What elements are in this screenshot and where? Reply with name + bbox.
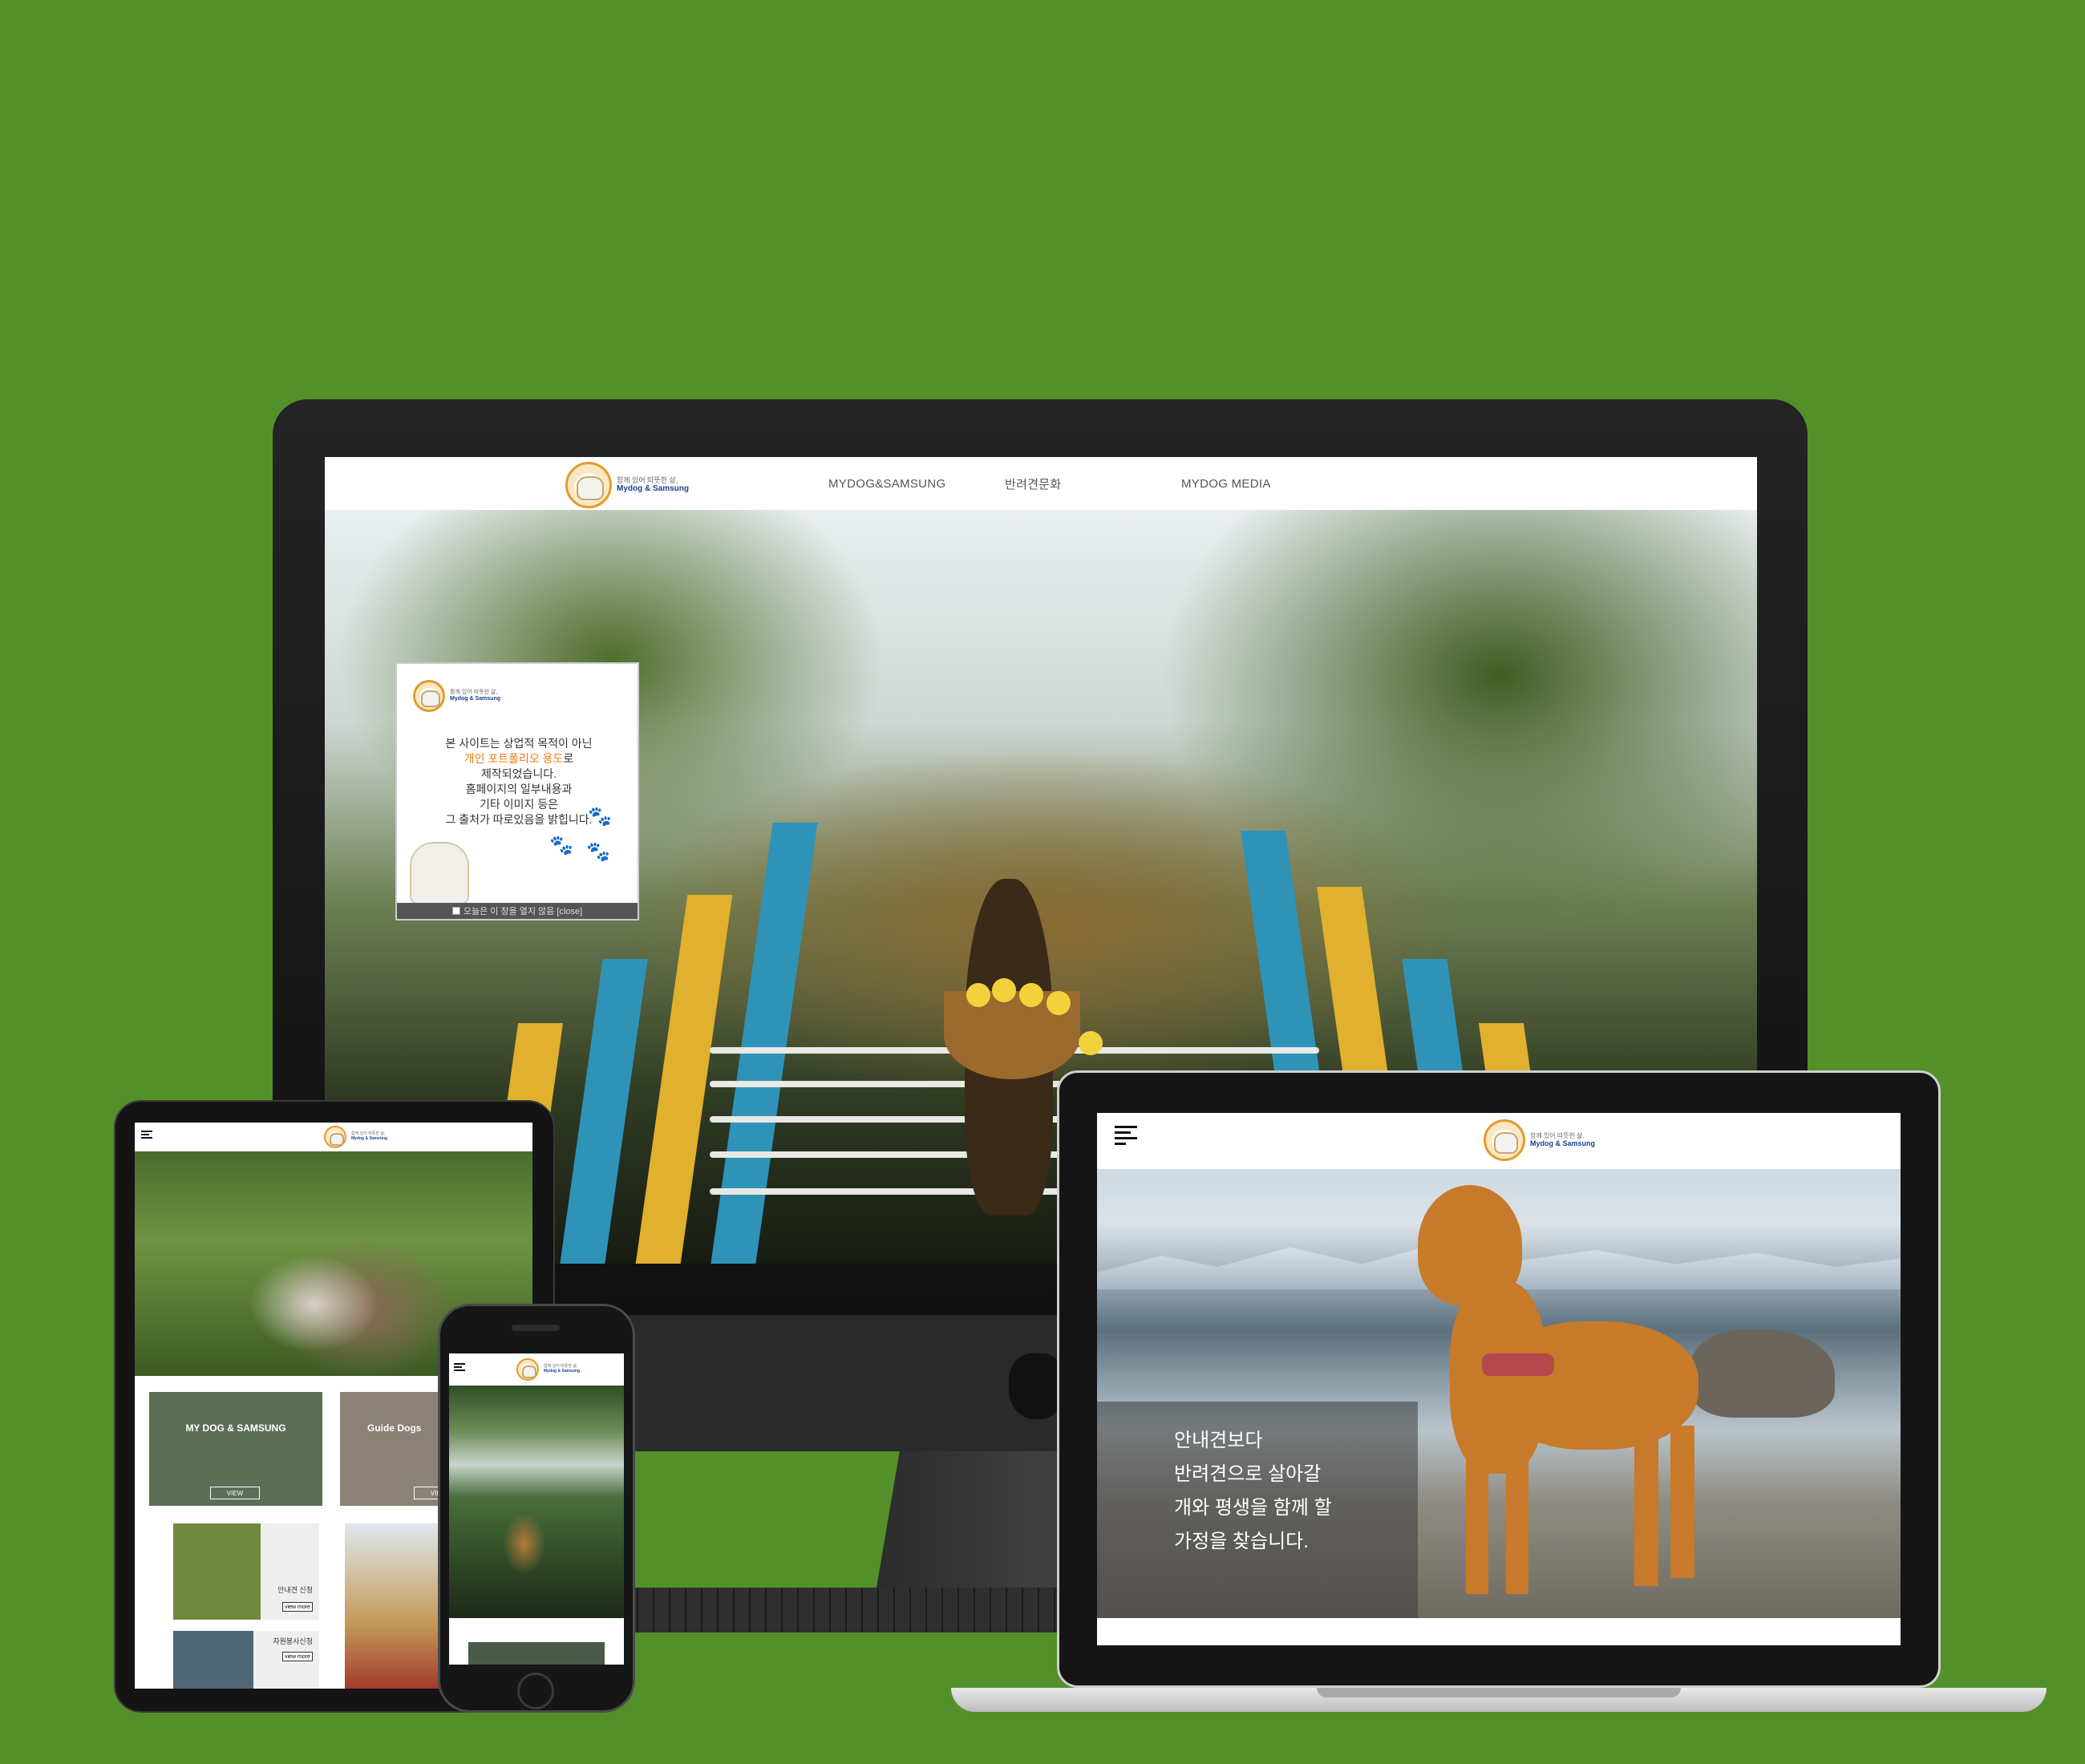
dont-show-checkbox[interactable] [451, 907, 460, 915]
logo-tagline: 함께 있어 따뜻한 삶, [1530, 1132, 1585, 1140]
caption-line: 가정을 찾습니다. [1174, 1531, 1309, 1552]
laptop-footer-strip [1097, 1618, 1901, 1645]
phone-screen: 함께 있어 따뜻한 삶, Mydog & Samsung [449, 1353, 624, 1665]
phone-hero-image [449, 1386, 624, 1618]
laptop-screen: 함께 있어 따뜻한 삶, Mydog & Samsung 안내견보다 반려견으로… [1097, 1113, 1901, 1645]
logo-tagline: 함께 있어 따뜻한 삶, [450, 689, 498, 695]
logo-name: Mydog & Samsung [617, 484, 690, 494]
paw-icon: 🐾 [549, 835, 573, 856]
logo-tagline: 함께 있어 따뜻한 삶, [617, 476, 678, 485]
nav-item-culture[interactable]: 반려견문화 [1005, 475, 1181, 492]
caption-line: 안내견보다 [1174, 1430, 1263, 1451]
mini-card-guide-dog-apply[interactable]: 안내견 신청 view more [173, 1523, 319, 1620]
paw-icon: 🐾 [588, 806, 612, 827]
golden-retriever [1418, 1185, 1706, 1602]
desktop-header: 함께 있어 따뜻한 삶, Mydog & Samsung MYDOG&SAMSU… [325, 457, 1757, 510]
popup-close-link[interactable]: 오늘은 이 창을 열지 않음 [close] [464, 904, 582, 917]
tennis-ball [1079, 1031, 1103, 1055]
card-view-button[interactable]: VIEW [210, 1487, 260, 1499]
tennis-ball [966, 983, 990, 1007]
menu-icon[interactable] [454, 1363, 465, 1371]
logo-icon [516, 1358, 539, 1381]
logo-name: Mydog & Samsung [450, 696, 501, 702]
caption-line: 반려견으로 살아갈 [1174, 1463, 1322, 1485]
phone-speaker [512, 1325, 560, 1331]
logo-name: Mydog & Samsung [1530, 1139, 1596, 1148]
dog-harness [1482, 1353, 1554, 1376]
notice-popup: 함께 있어 따뜻한 삶, Mydog & Samsung 본 사이트는 상업적 … [395, 662, 639, 920]
popup-line: 홈페이지의 일부내용과 [465, 783, 573, 795]
menu-icon[interactable] [1115, 1126, 1137, 1145]
phone-home-button [517, 1673, 554, 1709]
desktop-logo[interactable]: 함께 있어 따뜻한 삶, Mydog & Samsung [565, 462, 689, 508]
mini-card-button[interactable]: view more [282, 1652, 313, 1661]
agility-post [711, 823, 818, 1264]
menu-icon[interactable] [141, 1131, 152, 1139]
laptop-logo[interactable]: 함께 있어 따뜻한 삶, Mydog & Samsung [1484, 1119, 1595, 1161]
mini-card-volunteer-apply[interactable]: 자원봉사신청 view more [173, 1631, 319, 1689]
logo-icon [324, 1126, 346, 1148]
mini-card-label: 자원봉사신청 [273, 1637, 313, 1645]
desktop-nav: MYDOG&SAMSUNG 반려견문화 MYDOG MEDIA [828, 457, 1358, 510]
card-mydog-samsung[interactable]: MY DOG & SAMSUNG VIEW [149, 1392, 322, 1506]
laptop-hero-image: 안내견보다 반려견으로 살아갈 개와 평생을 함께 할 가정을 찾습니다. [1097, 1169, 1901, 1626]
logo-name: Mydog & Samsung [544, 1369, 581, 1374]
caption-line: 개와 평생을 함께 할 [1174, 1497, 1332, 1519]
logo-name: Mydog & Samsung [351, 1136, 388, 1141]
hero-caption: 안내견보다 반려견으로 살아갈 개와 평생을 함께 할 가정을 찾습니다. [1174, 1424, 1332, 1559]
keyboard [622, 1588, 1071, 1633]
popup-line: 본 사이트는 상업적 목적이 아닌 [445, 737, 593, 750]
mini-card-photo [345, 1523, 441, 1689]
laptop-notch [1317, 1688, 1681, 1697]
popup-line: 제작되었습니다. [480, 767, 557, 780]
tennis-ball [1019, 983, 1043, 1007]
phone-logo[interactable]: 함께 있어 따뜻한 삶, Mydog & Samsung [516, 1358, 580, 1381]
paw-icon: 🐾 [586, 841, 610, 863]
hero-caption-box: 안내견보다 반려견으로 살아갈 개와 평생을 함께 할 가정을 찾습니다. [1097, 1402, 1418, 1626]
popup-line: 개인 포트폴리오 용도로 [464, 752, 574, 765]
mini-card-label: 안내견 신청 [277, 1586, 313, 1594]
phone-header: 함께 있어 따뜻한 삶, Mydog & Samsung [449, 1353, 624, 1386]
nav-item-media[interactable]: MYDOG MEDIA [1181, 477, 1358, 491]
tablet-header: 함께 있어 따뜻한 삶, Mydog & Samsung [135, 1123, 532, 1151]
rock [1690, 1329, 1835, 1418]
laptop-header: 함께 있어 따뜻한 삶, Mydog & Samsung [1097, 1113, 1901, 1169]
popup-dog-illustration [410, 842, 469, 904]
mini-card-button[interactable]: view more [282, 1602, 313, 1612]
card-title: MY DOG & SAMSUNG [185, 1422, 286, 1434]
tablet-logo[interactable]: 함께 있어 따뜻한 삶, Mydog & Samsung [324, 1126, 387, 1148]
popup-highlight: 개인 포트폴리오 용도 [464, 752, 564, 765]
popup-logo: 함께 있어 따뜻한 삶, Mydog & Samsung [413, 680, 500, 712]
tennis-ball [1047, 991, 1071, 1015]
tennis-ball [992, 978, 1016, 1002]
agility-post [560, 959, 648, 1264]
logo-icon [1484, 1119, 1525, 1161]
nav-item-mydog-samsung[interactable]: MYDOG&SAMSUNG [828, 477, 1005, 491]
logo-icon [413, 680, 445, 712]
phone-content-strip [468, 1642, 605, 1665]
popup-footer: 오늘은 이 창을 열지 않음 [close] [397, 903, 638, 919]
logo-icon [565, 462, 612, 508]
